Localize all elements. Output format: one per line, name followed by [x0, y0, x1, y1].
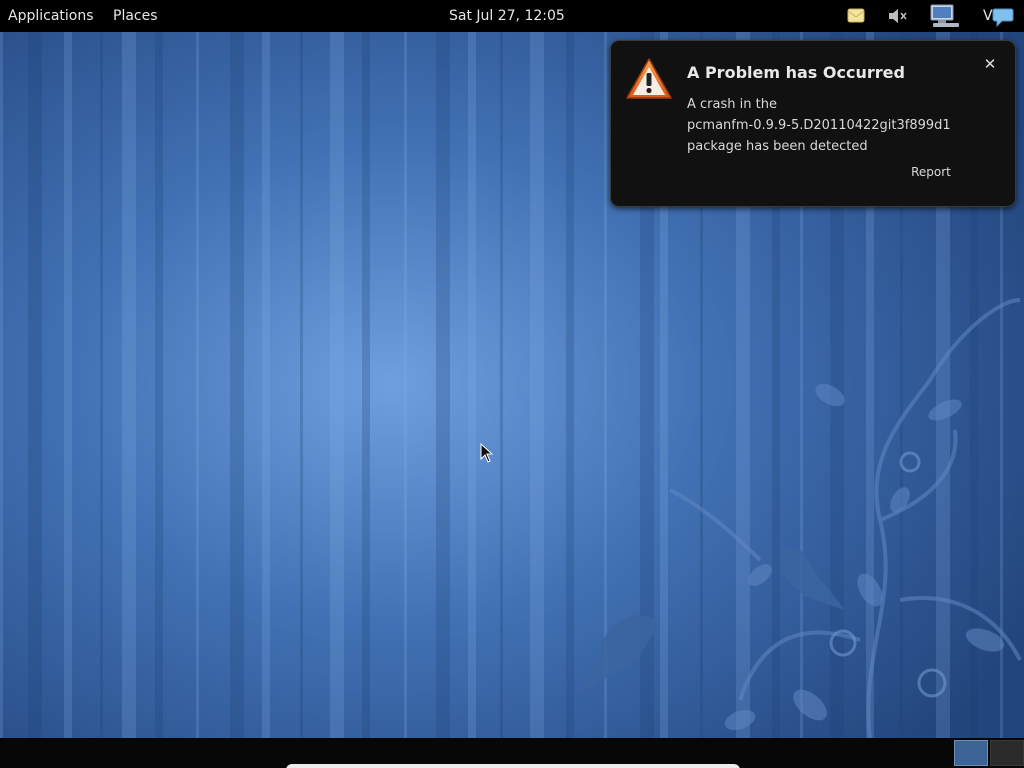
workspace-2-thumbnail[interactable]	[990, 740, 1024, 766]
message-tray-handle[interactable]	[286, 764, 740, 768]
notification-body-line: A crash in the	[687, 97, 777, 112]
report-button[interactable]: Report	[901, 165, 961, 179]
bottom-panel	[0, 738, 1024, 768]
top-panel: Applications Places Sat Jul 27, 12:05 VM…	[0, 0, 1024, 32]
chat-icon[interactable]	[992, 6, 1014, 28]
notification-body-line: pcmanfm-0.9.9-5.D20110422git3f899d1	[687, 118, 951, 133]
clock[interactable]: Sat Jul 27, 12:05	[449, 0, 565, 32]
crash-notification[interactable]: A Problem has Occurred A crash in the pc…	[610, 40, 1016, 207]
mouse-cursor-icon	[480, 443, 494, 463]
notification-body-line: package has been detected	[687, 139, 868, 154]
volume-muted-icon[interactable]	[886, 4, 910, 28]
applications-menu[interactable]: Applications	[8, 0, 94, 32]
workspace-1-thumbnail[interactable]	[954, 740, 988, 766]
places-menu[interactable]: Places	[113, 0, 158, 32]
notification-body: A crash in the pcmanfm-0.9.9-5.D20110422…	[687, 94, 967, 157]
warning-icon	[626, 58, 672, 99]
notification-title: A Problem has Occurred	[687, 63, 905, 82]
network-computer-icon[interactable]	[928, 4, 962, 28]
close-icon[interactable]: ✕	[981, 55, 999, 73]
desktop-screen: Applications Places Sat Jul 27, 12:05 VM…	[0, 0, 1024, 768]
notification-icon[interactable]	[846, 4, 866, 28]
